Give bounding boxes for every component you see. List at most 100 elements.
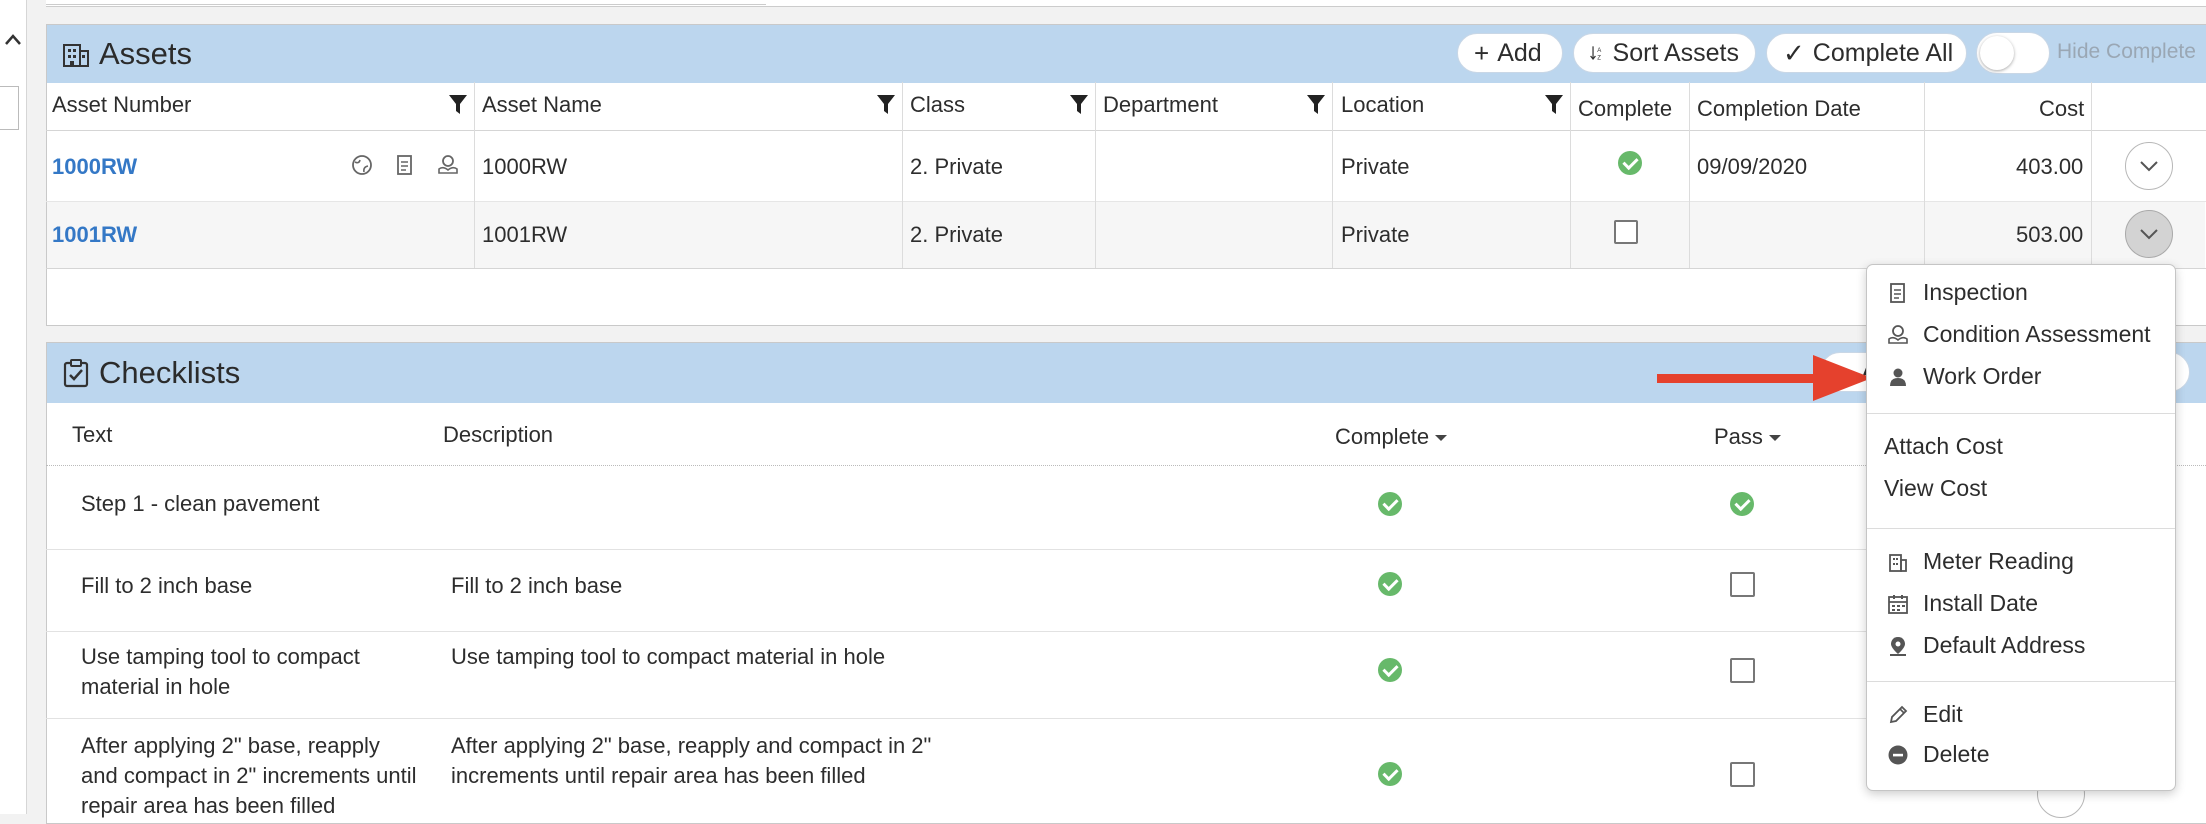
chevron-down-icon <box>2140 229 2158 240</box>
add-asset-label: Add <box>1497 38 1542 67</box>
menu-item-work-order[interactable]: Work Order <box>1887 363 2041 390</box>
filter-icon[interactable] <box>1545 95 1563 115</box>
pencil-icon <box>1889 705 1908 723</box>
col-description[interactable]: Description <box>443 422 553 448</box>
checklists-title: Checklists <box>99 355 241 390</box>
checklist-pass-checkbox[interactable] <box>1730 762 1755 787</box>
condition-assessment-icon[interactable] <box>436 153 460 177</box>
row-menu-button[interactable] <box>2125 142 2173 190</box>
asset-number-link[interactable]: 1000RW <box>52 154 137 180</box>
inspection-icon[interactable] <box>393 153 417 177</box>
checklist-text: After applying 2" base, reapply and comp… <box>81 733 417 818</box>
checklist-complete-check-icon[interactable] <box>1378 658 1402 682</box>
menu-item-default-address[interactable]: Default Address <box>1887 632 2085 659</box>
sort-az-icon: A Z <box>1590 46 1602 62</box>
complete-all-label: Complete All <box>1812 38 1954 67</box>
condition-assessment-icon <box>1888 324 1908 344</box>
clipboard-check-icon <box>63 359 89 388</box>
col-class[interactable]: Class <box>910 92 965 118</box>
col-asset-name[interactable]: Asset Name <box>482 92 602 118</box>
checklist-complete-check-icon[interactable] <box>1378 492 1402 516</box>
col-department[interactable]: Department <box>1103 92 1218 118</box>
col-completion-date[interactable]: Completion Date <box>1697 96 1861 122</box>
menu-item-delete[interactable]: Delete <box>1887 741 1989 768</box>
col-text[interactable]: Text <box>72 422 112 448</box>
menu-item-meter-reading[interactable]: Meter Reading <box>1887 548 2074 575</box>
checklist-text: Fill to 2 inch base <box>81 573 253 598</box>
calendar-icon <box>1888 594 1908 614</box>
hide-complete-toggle[interactable] <box>1976 32 2050 74</box>
plus-icon: + <box>1474 37 1490 68</box>
checklist-description: Use tamping tool to compact material in … <box>451 644 886 669</box>
menu-separator <box>1867 413 2175 414</box>
assets-title: Assets <box>99 36 193 71</box>
globe-icon[interactable] <box>350 153 374 177</box>
col-complete[interactable]: Complete <box>1578 96 1672 122</box>
col-pass[interactable]: Pass <box>1714 424 1781 450</box>
menu-item-inspection[interactable]: Inspection <box>1887 279 2028 306</box>
caret-down-icon <box>1435 435 1448 442</box>
svg-text:A: A <box>1597 48 1602 54</box>
asset-number-link[interactable]: 1001RW <box>52 222 137 248</box>
row-divider <box>46 201 2206 202</box>
col-pass-label: Pass <box>1714 424 1763 449</box>
hide-complete-label: Hide Complete <box>2057 40 2196 63</box>
asset-class: 2. Private <box>910 222 1003 247</box>
menu-item-view-cost[interactable]: View Cost <box>1884 475 1987 502</box>
row-menu-button[interactable] <box>2125 210 2173 258</box>
col-asset-number[interactable]: Asset Number <box>52 92 191 118</box>
complete-check-icon[interactable] <box>1618 151 1642 175</box>
filter-icon[interactable] <box>1307 95 1325 115</box>
checklist-pass-checkbox[interactable] <box>1730 658 1755 683</box>
checklist-text: Use tamping tool to compact material in … <box>81 644 360 699</box>
col-location[interactable]: Location <box>1341 92 1424 118</box>
menu-item-label: Meter Reading <box>1923 548 2074 574</box>
filter-icon[interactable] <box>1070 95 1088 115</box>
menu-item-condition-assessment[interactable]: Condition Assessment <box>1887 321 2151 348</box>
col-separator <box>1570 82 1571 268</box>
col-checklist-complete[interactable]: Complete <box>1335 424 1448 450</box>
checklist-complete-check-icon[interactable] <box>1378 762 1402 786</box>
filter-icon[interactable] <box>449 95 467 115</box>
sort-assets-button[interactable]: A Z Sort Assets <box>1573 33 1756 73</box>
row-divider <box>46 718 1866 719</box>
asset-cost: 503.00 <box>2016 222 2084 247</box>
menu-separator <box>1867 528 2175 529</box>
asset-cost: 403.00 <box>2016 154 2084 179</box>
chevron-up-icon[interactable] <box>3 30 23 50</box>
building-icon <box>63 44 89 67</box>
col-cost[interactable]: Cost <box>2039 96 2084 122</box>
filter-icon[interactable] <box>877 95 895 115</box>
menu-separator <box>1867 681 2175 682</box>
inspection-icon <box>1890 282 1905 303</box>
menu-item-edit[interactable]: Edit <box>1887 701 1963 728</box>
top-field-edge <box>46 0 766 5</box>
col-separator <box>1332 82 1333 268</box>
menu-item-install-date[interactable]: Install Date <box>1887 590 2038 617</box>
complete-checkbox[interactable] <box>1614 220 1638 244</box>
row-hover-bg <box>47 201 2205 268</box>
checklist-text: Step 1 - clean pavement <box>81 491 320 516</box>
col-separator <box>1689 82 1690 268</box>
left-panel-strip <box>0 0 27 814</box>
add-asset-button[interactable]: + Add <box>1457 33 1563 73</box>
row-actions-menu: Inspection Condition Assessment Work Ord… <box>1866 264 2176 791</box>
col-checklist-complete-label: Complete <box>1335 424 1430 449</box>
complete-all-button[interactable]: ✓ Complete All <box>1766 33 1967 73</box>
header-divider <box>46 130 2206 131</box>
checklist-pass-check-icon[interactable] <box>1730 492 1754 516</box>
menu-item-label: View Cost <box>1884 475 1988 501</box>
col-separator <box>1095 82 1096 268</box>
asset-location: Private <box>1341 222 1410 247</box>
asset-class: 2. Private <box>910 154 1003 179</box>
menu-item-label: Attach Cost <box>1884 433 2003 459</box>
menu-item-attach-cost[interactable]: Attach Cost <box>1884 433 2003 460</box>
collapsed-panel-tab[interactable] <box>0 86 19 130</box>
asset-name: 1001RW <box>482 222 568 247</box>
menu-item-label: Default Address <box>1923 632 2086 658</box>
menu-item-label: Work Order <box>1923 363 2042 389</box>
caret-down-icon <box>1768 435 1781 442</box>
checklist-pass-checkbox[interactable] <box>1730 572 1755 597</box>
col-separator <box>1924 82 1925 268</box>
checklist-complete-check-icon[interactable] <box>1378 572 1402 596</box>
